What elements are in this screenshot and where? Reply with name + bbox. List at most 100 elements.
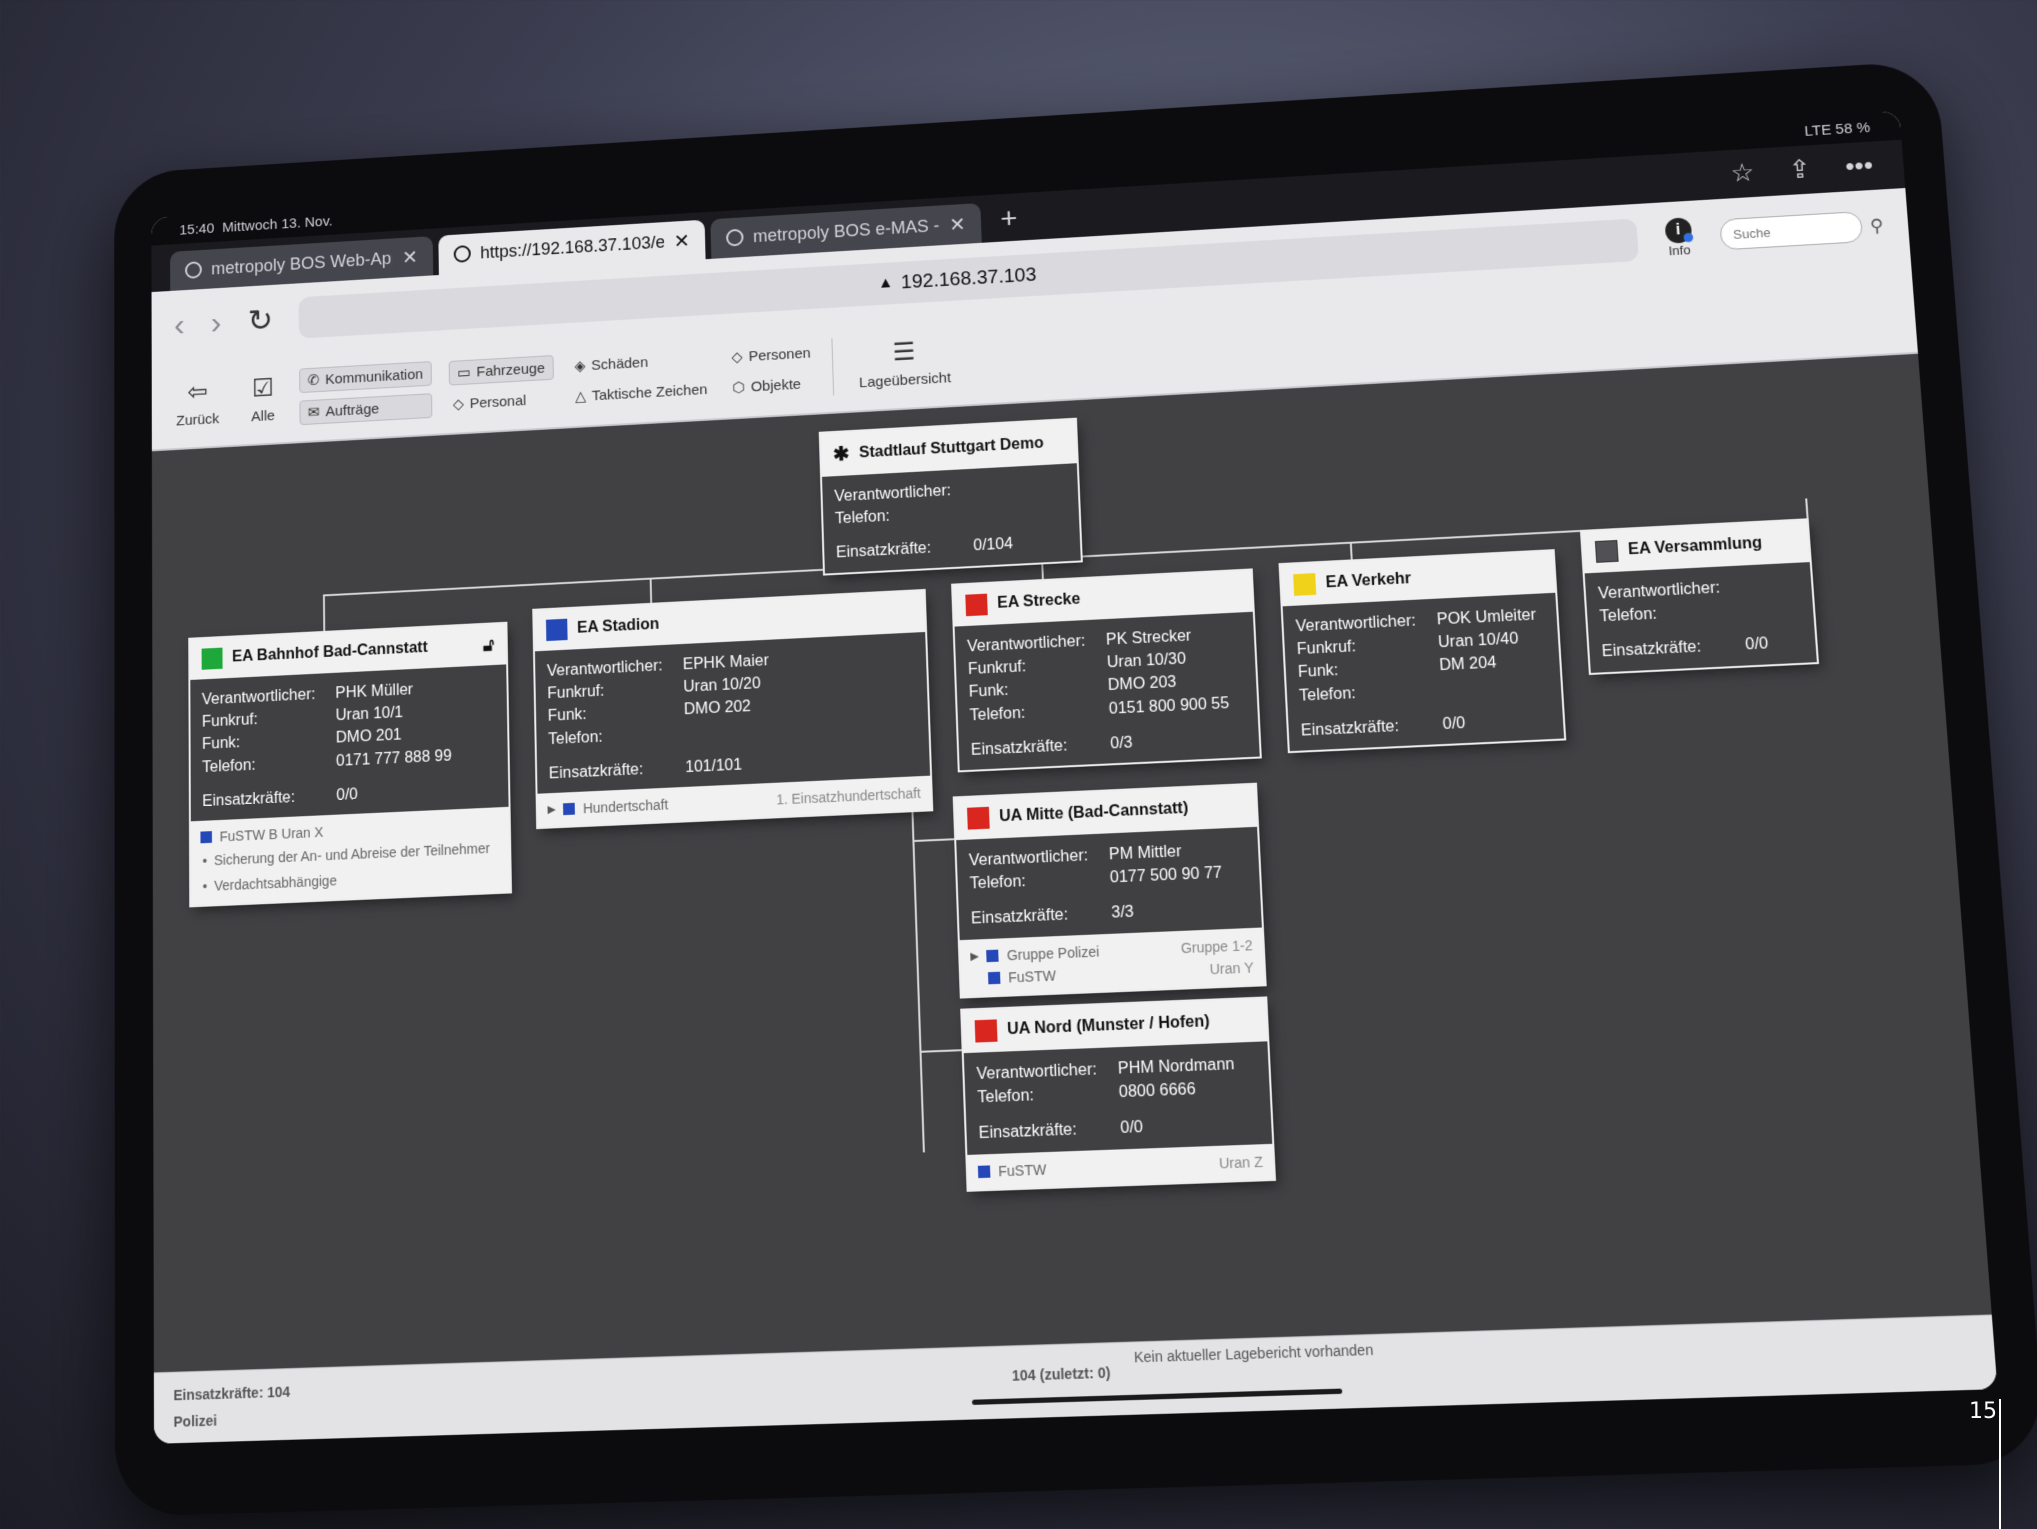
- sub-item-label: Gruppe Polizei: [1006, 942, 1100, 963]
- label-einsatzkraefte: Einsatzkräfte:: [548, 761, 644, 783]
- vehicle-icon: ▭: [457, 364, 471, 382]
- sub-item-label: FuSTW B Uran X: [219, 824, 324, 845]
- search-icon[interactable]: ⚲: [1869, 215, 1884, 236]
- status-swatch: [1293, 573, 1317, 596]
- back-button[interactable]: ⇦ Zurück: [169, 376, 227, 430]
- value-einsatzkraefte: 3/3: [1111, 904, 1135, 923]
- value-telefon: [1440, 673, 1549, 701]
- status-swatch: [974, 1019, 998, 1043]
- sub-item-label: Hundertschaft: [582, 796, 669, 817]
- tab-title: metropoly BOS Web-Apps: [211, 248, 393, 278]
- connector-line: [1349, 541, 1353, 562]
- back-label: Zurück: [176, 410, 220, 430]
- fahrzeuge-button[interactable]: ▭ Fahrzeuge: [448, 355, 554, 386]
- list-item[interactable]: FuSTW Uran Z: [977, 1150, 1264, 1183]
- value-telefon: 0800 6666: [1118, 1081, 1197, 1102]
- label-telefon: Telefon:: [977, 1087, 1035, 1107]
- unit-swatch: [987, 971, 1001, 984]
- tab-title: metropoly BOS e-MAS - S: [752, 215, 940, 246]
- expand-arrow-icon[interactable]: ▶: [547, 803, 555, 816]
- reload-icon[interactable]: ↻: [248, 302, 273, 339]
- value-einsatzkraefte: 0/0: [1442, 714, 1466, 733]
- label-einsatzkraefte: Einsatzkräfte:: [978, 1121, 1078, 1143]
- lageuebersicht-button[interactable]: ☰ Lageübersicht: [850, 334, 959, 392]
- card-ea-bahnhof[interactable]: EA Bahnhof Bad-Cannstatt 🔓︎ Verantwortli…: [190, 623, 511, 906]
- page-rule: [1999, 1399, 2001, 1529]
- expand-arrow-icon[interactable]: ▶: [970, 949, 979, 962]
- share-icon[interactable]: ⇪: [1788, 154, 1812, 185]
- card-ua-nord[interactable]: UA Nord (Munster / Hofen) Verantwortlich…: [962, 998, 1274, 1190]
- card-ea-verkehr[interactable]: EA Verkehr Verantwortlicher: POK Umleiter…: [1280, 551, 1565, 752]
- schaeden-button[interactable]: ◈ Schäden: [570, 347, 710, 378]
- sub-item-label: FuSTW: [1007, 966, 1057, 986]
- count-summary: 104 (zuletzt: 0): [1011, 1364, 1111, 1384]
- card-ea-versammlung[interactable]: EA Versammlung Verantwortlicher: Telefon…: [1582, 520, 1817, 673]
- connector-line: [919, 1049, 964, 1053]
- back-arrow-icon[interactable]: ‹: [174, 306, 185, 343]
- status-swatch: [201, 647, 223, 670]
- personal-label: Personal: [469, 392, 527, 412]
- home-indicator[interactable]: [971, 1388, 1343, 1405]
- checkbox-stack-icon: ☑: [251, 372, 274, 403]
- globe-icon: [453, 245, 471, 263]
- close-icon[interactable]: ✕: [402, 245, 418, 269]
- card-title: EA Stadion: [576, 616, 660, 637]
- personen-button[interactable]: ◇ Personen: [727, 341, 814, 369]
- card-ua-mitte[interactable]: UA Mitte (Bad-Cannstatt) Verantwortliche…: [954, 784, 1265, 997]
- all-button[interactable]: ☑ Alle: [243, 372, 282, 425]
- value-einsatzkraefte: 0/104: [973, 536, 1014, 555]
- unit-swatch: [986, 949, 1000, 962]
- value-telefon: [972, 496, 1067, 523]
- url-text: 192.168.37.103: [900, 263, 1037, 293]
- connector-line: [1805, 498, 1809, 521]
- bookmark-star-icon[interactable]: ☆: [1730, 157, 1756, 188]
- card-title: Stadtlauf Stuttgart Demo: [858, 434, 1044, 461]
- phone-icon: ✆: [307, 372, 320, 389]
- label-telefon: Telefon:: [969, 873, 1027, 893]
- toolbar-divider: [831, 338, 835, 396]
- tablet-device: 15:40 Mittwoch 13. Nov. LTE 58 % metropo…: [114, 60, 2037, 1517]
- label-einsatzkraefte: Einsatzkräfte:: [1300, 717, 1400, 740]
- card-ea-stadion[interactable]: EA Stadion Verantwortlicher: EPHK Maier F…: [534, 590, 932, 828]
- card-title: EA Bahnhof Bad-Cannstatt: [231, 639, 428, 666]
- auftraege-label: Aufträge: [325, 400, 380, 420]
- value-einsatzkraefte: 0/0: [1744, 635, 1769, 654]
- connector-line: [912, 838, 957, 843]
- card-root[interactable]: ✱ Stadtlauf Stuttgart Demo Verantwortlic…: [820, 419, 1081, 574]
- value-einsatzkraefte: 101/101: [685, 756, 743, 776]
- auftraege-button[interactable]: ✉ Aufträge: [299, 393, 433, 426]
- unit-swatch: [563, 802, 576, 816]
- microphone-icon[interactable]: ●: [1681, 224, 1696, 250]
- label-einsatzkraefte: Einsatzkräfte:: [202, 789, 296, 810]
- einsatzkraefte-total: Einsatzkräfte: 104: [173, 1383, 291, 1404]
- close-icon[interactable]: ✕: [673, 229, 690, 253]
- warning-icon: ▲: [877, 274, 894, 292]
- card-ea-strecke[interactable]: EA Strecke Verantwortlicher: PK Strecker …: [953, 570, 1260, 771]
- status-signal: LTE 58 %: [1803, 118, 1871, 140]
- triangle-icon: △: [574, 388, 587, 406]
- lagebericht-status: Kein aktueller Lagebericht vorhanden: [1133, 1341, 1374, 1366]
- label-einsatzkraefte: Einsatzkräfte:: [1601, 638, 1702, 661]
- sub-item-detail: 1. Einsatzhundertschaft: [775, 784, 922, 808]
- kommunikation-button[interactable]: ✆ Kommunikation: [299, 361, 432, 394]
- envelope-icon: ✉: [307, 404, 320, 421]
- unlock-icon[interactable]: 🔓︎: [483, 634, 495, 655]
- search-input[interactable]: [1718, 211, 1864, 251]
- all-label: Alle: [251, 407, 275, 426]
- diamond-icon: ◇: [452, 396, 465, 413]
- objekte-button[interactable]: ⬡ Objekte: [728, 372, 815, 400]
- close-icon[interactable]: ✕: [949, 212, 966, 237]
- label-einsatzkraefte: Einsatzkräfte:: [970, 737, 1068, 759]
- new-tab-icon[interactable]: +: [986, 202, 1032, 243]
- forward-arrow-icon[interactable]: ›: [211, 304, 222, 341]
- sub-item-detail: Uran Y: [1209, 958, 1254, 977]
- label-einsatzkraefte: Einsatzkräfte:: [835, 540, 932, 562]
- card-title: EA Verkehr: [1325, 570, 1412, 592]
- status-swatch: [965, 593, 988, 617]
- connector-line: [649, 577, 653, 605]
- taktische-zeichen-button[interactable]: △ Taktische Zeichen: [571, 377, 711, 408]
- more-icon[interactable]: •••: [1844, 150, 1874, 182]
- globe-icon: [185, 261, 202, 279]
- personal-button[interactable]: ◇ Personal: [449, 387, 554, 416]
- value-telefon: [1742, 596, 1801, 622]
